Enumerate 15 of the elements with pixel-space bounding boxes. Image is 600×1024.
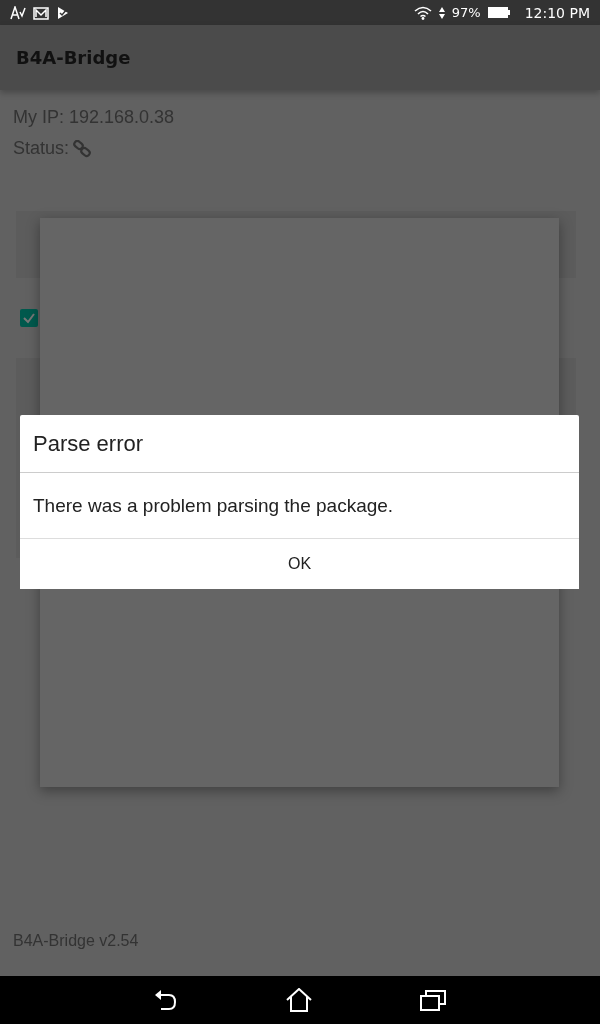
- data-arrows-icon: [438, 6, 445, 19]
- mail-icon: [33, 5, 49, 20]
- battery-icon: [487, 7, 510, 18]
- dialog-title: Parse error: [20, 415, 579, 473]
- check-flag-icon: [56, 5, 70, 20]
- wifi-icon: [413, 5, 432, 20]
- text-icon: [10, 5, 26, 20]
- battery-percentage: 97%: [451, 5, 481, 20]
- link-icon: [73, 139, 92, 158]
- back-icon[interactable]: [154, 989, 178, 1011]
- recent-apps-icon[interactable]: [420, 989, 446, 1011]
- app-title: B4A-Bridge: [16, 47, 131, 68]
- checkbox[interactable]: [20, 309, 38, 327]
- home-icon[interactable]: [286, 988, 312, 1012]
- clock: 12:10 PM: [524, 4, 590, 21]
